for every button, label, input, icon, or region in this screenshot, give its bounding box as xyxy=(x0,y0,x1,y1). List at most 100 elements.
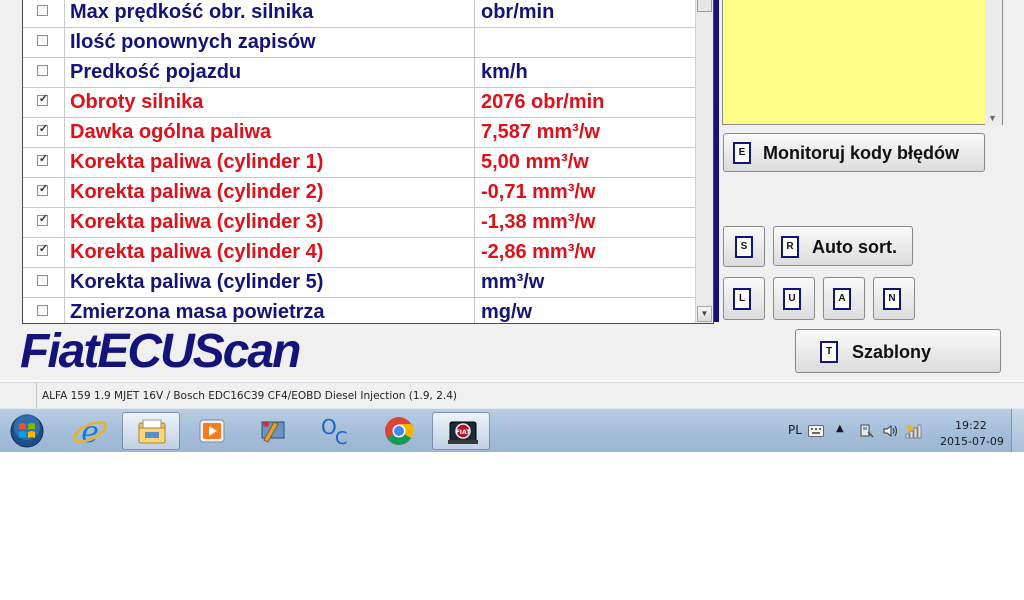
taskbar-remote-desktop[interactable] xyxy=(244,412,302,450)
folder-icon xyxy=(138,419,166,444)
checkmark-icon: ✓ xyxy=(38,93,49,105)
parameter-checkbox[interactable]: ✓ xyxy=(37,243,49,256)
parameter-name: Dawka ogólna paliwa xyxy=(70,121,272,143)
checkmark-icon: ✓ xyxy=(38,213,49,225)
safely-remove-hardware-icon[interactable] xyxy=(858,423,874,439)
parameter-row[interactable]: Predkość pojazdu km/h xyxy=(23,57,695,88)
taskbar-chrome[interactable] xyxy=(368,412,426,450)
parameter-row[interactable]: Ilość ponownych zapisów xyxy=(23,27,695,58)
internet-explorer-icon: e xyxy=(73,415,107,450)
parameter-row[interactable]: ✓ Korekta paliwa (cylinder 3) -1,38 mm³/w xyxy=(23,207,695,238)
hotkey-badge: U xyxy=(783,288,801,310)
parameter-checkbox[interactable] xyxy=(37,65,48,76)
clock-date[interactable]: 2015-07-09 xyxy=(940,435,1004,448)
checkbox-cell xyxy=(23,27,65,57)
u-button[interactable]: U xyxy=(773,277,815,320)
n-button[interactable]: N xyxy=(873,277,915,320)
keyboard-icon[interactable] xyxy=(808,425,824,437)
parameter-value: -0,71 mm³/w xyxy=(481,181,596,203)
svg-text:e: e xyxy=(81,415,99,450)
hotkey-badge: A xyxy=(833,288,851,310)
start-button[interactable] xyxy=(1,412,53,450)
parameter-checkbox[interactable] xyxy=(37,305,48,316)
parameter-row[interactable]: Zmierzona masa powietrza mg/w xyxy=(23,297,695,323)
parameter-value: -1,38 mm³/w xyxy=(481,211,596,233)
windows-start-icon xyxy=(10,414,44,448)
checkbox-cell: ✓ xyxy=(23,177,65,207)
network-signal-icon[interactable] xyxy=(905,423,923,439)
value-cell: km/h xyxy=(474,57,696,87)
fiatecuscan-icon: FIAT xyxy=(448,421,478,444)
table-scrollbar[interactable]: ▼ xyxy=(695,0,713,323)
parameter-row[interactable]: ✓ Korekta paliwa (cylinder 1) 5,00 mm³/w xyxy=(23,147,695,178)
checkbox-cell xyxy=(23,267,65,297)
parameter-row[interactable]: ✓ Obroty silnika 2076 obr/min xyxy=(23,87,695,118)
parameter-row[interactable]: Korekta paliwa (cylinder 5) mm³/w xyxy=(23,267,695,298)
taskbar-windows-explorer[interactable] xyxy=(122,412,180,450)
remote-desktop-icon xyxy=(261,421,285,443)
parameter-row[interactable]: ✓ Korekta paliwa (cylinder 2) -0,71 mm³/w xyxy=(23,177,695,208)
show-hidden-icons-arrow[interactable]: ▲ xyxy=(836,423,844,434)
parameter-checkbox[interactable]: ✓ xyxy=(37,123,49,136)
button-label: Monitoruj kody błędów xyxy=(763,143,959,163)
checkbox-cell xyxy=(23,57,65,87)
parameter-checkbox[interactable]: ✓ xyxy=(37,183,49,196)
taskbar-fiatecuscan[interactable]: FIAT xyxy=(432,412,490,450)
parameter-name: Korekta paliwa (cylinder 1) xyxy=(70,151,324,173)
value-cell: -0,71 mm³/w xyxy=(474,177,696,207)
templates-button[interactable]: T Szablony xyxy=(795,329,1001,373)
parameter-checkbox[interactable]: ✓ xyxy=(37,153,49,166)
l-button[interactable]: L xyxy=(723,277,765,320)
value-cell: -2,86 mm³/w xyxy=(474,237,696,267)
button-label: Szablony xyxy=(852,342,932,362)
parameter-value: obr/min xyxy=(481,1,555,23)
s-button[interactable]: S xyxy=(723,226,765,267)
checkbox-cell: ✓ xyxy=(23,147,65,177)
parameters-table: Max prędkość obr. silnika obr/min Ilość po… xyxy=(22,0,714,324)
scroll-down-arrow[interactable]: ▼ xyxy=(988,113,997,123)
monitor-output-area[interactable] xyxy=(722,0,1003,125)
value-cell: 5,00 mm³/w xyxy=(474,147,696,177)
taskbar-ocr-app[interactable]: O C xyxy=(305,412,363,450)
value-cell: -1,38 mm³/w xyxy=(474,207,696,237)
clock-time[interactable]: 19:22 xyxy=(955,419,987,432)
media-player-icon xyxy=(199,419,225,443)
ocr-app-icon: O C xyxy=(321,415,348,449)
value-cell xyxy=(474,27,696,57)
svg-text:FIAT: FIAT xyxy=(456,429,472,436)
checkmark-icon: ✓ xyxy=(38,183,49,195)
a-button[interactable]: A xyxy=(823,277,865,320)
monitor-area-scrollbar[interactable]: ▼ xyxy=(985,0,1002,125)
parameter-name: Zmierzona masa powietrza xyxy=(70,301,325,323)
checkmark-icon: ✓ xyxy=(38,243,49,255)
monitor-error-codes-button[interactable]: E Monitoruj kody błędów xyxy=(723,133,985,172)
checkbox-cell: ✓ xyxy=(23,87,65,117)
parameter-value: mg/w xyxy=(481,301,533,323)
show-desktop-button[interactable] xyxy=(1011,409,1024,452)
checkbox-cell: ✓ xyxy=(23,207,65,237)
checkmark-icon: ✓ xyxy=(38,123,49,135)
parameter-checkbox[interactable] xyxy=(37,35,48,46)
app-window: Max prędkość obr. silnika obr/min Ilość po… xyxy=(0,0,1024,380)
taskbar-internet-explorer[interactable]: e xyxy=(61,412,119,450)
parameter-checkbox[interactable] xyxy=(37,275,48,286)
parameter-checkbox[interactable]: ✓ xyxy=(37,213,49,226)
scroll-down-arrow[interactable]: ▼ xyxy=(697,306,712,322)
parameter-value: km/h xyxy=(481,61,528,83)
auto-sort-button[interactable]: R Auto sort. xyxy=(773,226,913,266)
checkmark-icon: ✓ xyxy=(38,153,49,165)
parameter-value: 5,00 mm³/w xyxy=(481,151,589,173)
parameter-row[interactable]: ✓ Dawka ogólna paliwa 7,587 mm³/w xyxy=(23,117,695,148)
parameter-checkbox[interactable] xyxy=(37,5,48,16)
volume-icon[interactable] xyxy=(882,423,898,439)
taskbar-media-player[interactable] xyxy=(183,412,241,450)
language-indicator[interactable]: PL xyxy=(788,423,802,437)
button-label: Auto sort. xyxy=(812,237,897,257)
parameter-row[interactable]: Max prędkość obr. silnika obr/min xyxy=(23,0,695,28)
parameter-checkbox[interactable]: ✓ xyxy=(37,93,49,106)
checkbox-cell: ✓ xyxy=(23,117,65,147)
scrollbar-thumb[interactable] xyxy=(697,0,712,12)
status-bar: ALFA 159 1.9 MJET 16V / Bosch EDC16C39 C… xyxy=(0,382,1024,409)
parameter-value: 7,587 mm³/w xyxy=(481,121,600,143)
parameter-row[interactable]: ✓ Korekta paliwa (cylinder 4) -2,86 mm³/w xyxy=(23,237,695,268)
